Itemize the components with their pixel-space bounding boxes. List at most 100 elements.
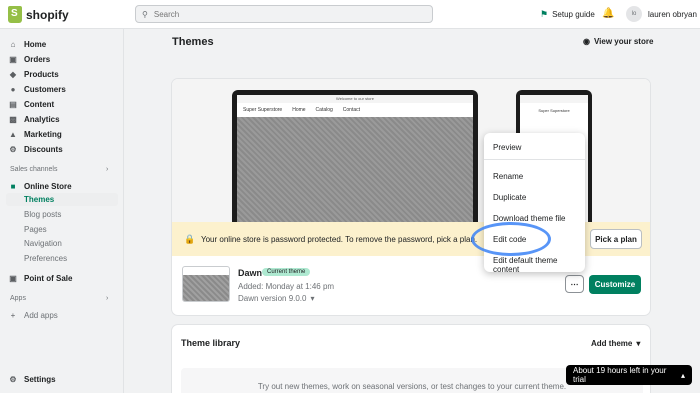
- desktop-screen: Welcome to our store Super Superstore Ho…: [237, 95, 473, 222]
- add-theme-label: Add theme: [591, 339, 633, 348]
- theme-version: Dawn version 9.0.0: [238, 294, 307, 303]
- top-bar: shopify ⚲ ⚑ Setup guide 🔔 lo lauren obry…: [0, 0, 700, 29]
- sidebar-item-pages[interactable]: Pages: [24, 225, 47, 237]
- brand-name: shopify: [26, 7, 69, 22]
- sidebar-item-blog-posts[interactable]: Blog posts: [24, 210, 61, 222]
- setup-guide-button[interactable]: ⚑ Setup guide: [540, 9, 595, 20]
- pick-a-plan-button[interactable]: Pick a plan: [590, 229, 642, 249]
- sidebar-item-label: Customers: [24, 84, 66, 94]
- thumbnail-image: [183, 275, 229, 301]
- theme-library-title: Theme library: [181, 338, 241, 348]
- sidebar: ⌂ Home ▣ Orders ◆ Products ● Customers ▤ Cont…: [0, 29, 124, 393]
- menu-item-preview[interactable]: Preview: [493, 143, 521, 152]
- person-icon: ●: [10, 84, 16, 94]
- sidebar-item-home[interactable]: ⌂ Home: [8, 38, 47, 50]
- shopify-bag-icon: [8, 6, 22, 23]
- plus-icon: +: [10, 310, 16, 320]
- menu-item-duplicate[interactable]: Duplicate: [493, 193, 526, 202]
- sidebar-item-label: Products: [24, 69, 59, 79]
- notifications-bell-icon[interactable]: 🔔: [602, 8, 614, 19]
- sales-channels-label: Sales channels: [10, 166, 58, 173]
- sidebar-item-discounts[interactable]: ⚙ Discounts: [8, 143, 63, 155]
- sidebar-item-products[interactable]: ◆ Products: [8, 68, 59, 80]
- customize-button[interactable]: Customize: [589, 275, 641, 294]
- sidebar-item-orders[interactable]: ▣ Orders: [8, 53, 50, 65]
- setup-guide-label: Setup guide: [552, 10, 595, 19]
- preview-nav-home: Home: [292, 107, 306, 113]
- chevron-down-icon: ▾: [636, 339, 641, 348]
- sidebar-item-marketing[interactable]: ▲ Marketing: [8, 128, 62, 140]
- banner-text: Your online store is password protected.…: [201, 235, 478, 244]
- preview-nav-catalog: Catalog: [315, 107, 333, 113]
- tag-icon: ◆: [9, 69, 17, 79]
- view-store-label: View your store: [593, 37, 654, 46]
- sidebar-item-label: Add apps: [24, 310, 58, 320]
- sidebar-item-point-of-sale[interactable]: ▣ Point of Sale: [8, 272, 72, 284]
- sidebar-item-label: Discounts: [24, 144, 63, 154]
- avatar: lo: [626, 6, 642, 22]
- store-icon: ■: [10, 181, 16, 191]
- store-name: Super Superstore: [243, 107, 283, 113]
- search-icon: ⚲: [142, 9, 148, 19]
- menu-item-rename[interactable]: Rename: [493, 172, 523, 181]
- shopify-logo[interactable]: shopify: [8, 6, 69, 23]
- active-item-highlight: [6, 193, 118, 206]
- sidebar-item-label: Marketing: [24, 129, 62, 139]
- more-actions-button[interactable]: ⋯: [565, 275, 584, 293]
- trial-text: About 19 hours left in your trial: [573, 366, 667, 384]
- sidebar-item-label: Point of Sale: [24, 273, 73, 283]
- sidebar-item-analytics[interactable]: ▩ Analytics: [8, 113, 60, 125]
- chevron-up-icon: ▴: [680, 370, 685, 380]
- analytics-icon: ▩: [9, 114, 17, 124]
- hero-image: [237, 117, 473, 222]
- page-title: Themes: [172, 36, 214, 48]
- view-store-button[interactable]: ◉ View your store: [583, 37, 653, 46]
- orders-icon: ▣: [9, 54, 17, 64]
- status-badge: Current theme: [262, 268, 311, 276]
- sidebar-item-customers[interactable]: ● Customers: [8, 83, 66, 95]
- user-name: lauren obryan: [648, 9, 697, 19]
- home-icon: ⌂: [10, 39, 16, 49]
- ellipsis-icon: ⋯: [570, 279, 579, 289]
- sidebar-item-content[interactable]: ▤ Content: [8, 98, 54, 110]
- menu-divider: [484, 159, 585, 160]
- content-icon: ▤: [9, 99, 17, 109]
- mobile-store-name: Super Superstore: [538, 107, 570, 113]
- sidebar-item-label: Analytics: [24, 114, 60, 124]
- chevron-right-icon[interactable]: ›: [106, 295, 108, 302]
- lock-icon: 🔒: [184, 234, 196, 244]
- edit-code-highlight-ring: [471, 222, 551, 256]
- sidebar-item-label: Content: [24, 99, 55, 109]
- sidebar-item-preferences[interactable]: Preferences: [24, 254, 67, 266]
- apps-label: Apps: [10, 295, 26, 302]
- add-theme-button[interactable]: Add theme ▾: [591, 339, 640, 348]
- sidebar-item-label: Home: [24, 39, 47, 49]
- user-menu[interactable]: lo lauren obryan: [626, 6, 697, 22]
- flag-icon: ⚑: [540, 9, 549, 19]
- add-apps-button[interactable]: + Add apps: [8, 309, 58, 321]
- theme-version-dropdown[interactable]: Dawn version 9.0.0 ▾: [238, 294, 315, 303]
- sidebar-item-settings[interactable]: ⚙ Settings: [8, 373, 56, 385]
- theme-added-date: Added: Monday at 1:46 pm: [238, 282, 335, 291]
- chevron-right-icon[interactable]: ›: [106, 166, 108, 173]
- search-input[interactable]: [153, 9, 414, 19]
- theme-thumbnail: [182, 266, 230, 302]
- gear-icon: ⚙: [9, 374, 17, 384]
- sidebar-item-online-store[interactable]: ■ Online Store: [8, 180, 72, 192]
- preview-nav-contact: Contact: [342, 107, 361, 113]
- sidebar-item-label: Online Store: [24, 181, 72, 191]
- eye-icon: ◉: [583, 37, 590, 46]
- store-header: Super Superstore Home Catalog Contact: [237, 103, 473, 117]
- marketing-icon: ▲: [9, 129, 17, 139]
- menu-item-edit-default-theme-content[interactable]: Edit default theme content: [493, 256, 585, 274]
- theme-name: Dawn: [238, 268, 263, 278]
- desktop-preview: Welcome to our store Super Superstore Ho…: [232, 90, 478, 222]
- sidebar-item-themes[interactable]: Themes: [24, 195, 54, 207]
- sidebar-item-label: Settings: [24, 374, 56, 384]
- trial-banner[interactable]: About 19 hours left in your trial ▴: [566, 365, 692, 385]
- chevron-down-icon: ▾: [310, 294, 315, 303]
- search-bar[interactable]: ⚲: [135, 5, 433, 23]
- sidebar-item-navigation[interactable]: Navigation: [24, 239, 62, 251]
- pos-icon: ▣: [9, 273, 17, 283]
- discount-icon: ⚙: [9, 144, 17, 154]
